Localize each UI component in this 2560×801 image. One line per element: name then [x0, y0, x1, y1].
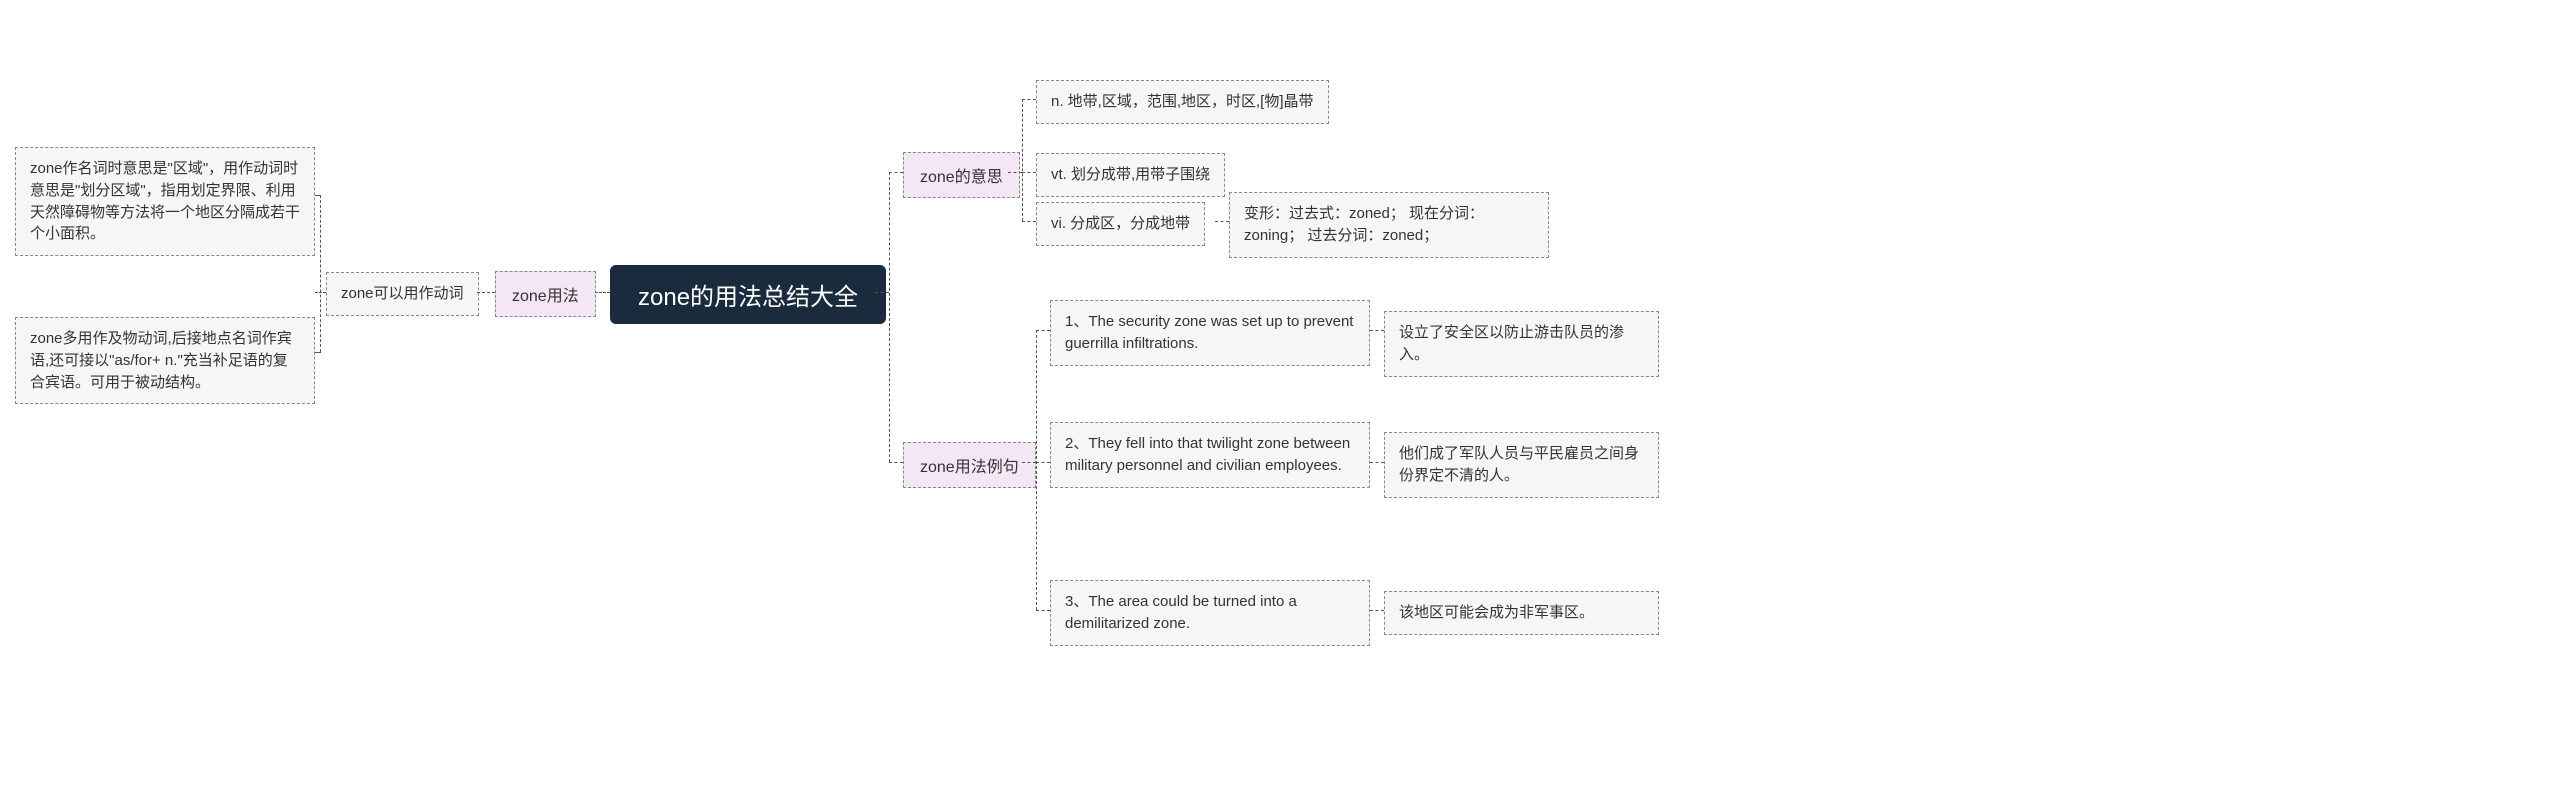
node-meaning-vi: vi. 分成区，分成地带 — [1036, 202, 1205, 246]
node-verb: zone可以用作动词 — [326, 272, 479, 316]
node-ex1-zh: 设立了安全区以防止游击队员的渗入。 — [1384, 311, 1659, 377]
node-ex3-zh: 该地区可能会成为非军事区。 — [1384, 591, 1659, 635]
ex1-en-text: 1、The security zone was set up to preven… — [1065, 313, 1353, 352]
node-meaning: zone的意思 — [903, 152, 1020, 198]
ex1-zh-text: 设立了安全区以防止游击队员的渗入。 — [1399, 324, 1624, 363]
meaning-forms-text: 变形：过去式：zoned； 现在分词：zoning； 过去分词：zoned； — [1244, 205, 1484, 244]
node-ex2-zh: 他们成了军队人员与平民雇员之间身份界定不清的人。 — [1384, 432, 1659, 498]
node-meaning-n: n. 地带,区域，范围,地区，时区,[物]晶带 — [1036, 80, 1329, 124]
desc1-text: zone作名词时意思是"区域"，用作动词时意思是"划分区域"，指用划定界限、利用… — [30, 160, 300, 242]
node-ex1-en: 1、The security zone was set up to preven… — [1050, 300, 1370, 366]
ex3-zh-text: 该地区可能会成为非军事区。 — [1399, 604, 1594, 621]
verb-label: zone可以用作动词 — [341, 285, 464, 302]
node-meaning-vt: vt. 划分成带,用带子围绕 — [1036, 153, 1225, 197]
node-desc1: zone作名词时意思是"区域"，用作动词时意思是"划分区域"，指用划定界限、利用… — [15, 147, 315, 256]
meaning-n-text: n. 地带,区域，范围,地区，时区,[物]晶带 — [1051, 93, 1314, 110]
ex3-en-text: 3、The area could be turned into a demili… — [1065, 593, 1297, 632]
examples-label: zone用法例句 — [920, 459, 1019, 476]
node-ex2-en: 2、They fell into that twilight zone betw… — [1050, 422, 1370, 488]
ex2-zh-text: 他们成了军队人员与平民雇员之间身份界定不清的人。 — [1399, 445, 1639, 484]
node-meaning-forms: 变形：过去式：zoned； 现在分词：zoning； 过去分词：zoned； — [1229, 192, 1549, 258]
ex2-en-text: 2、They fell into that twilight zone betw… — [1065, 435, 1350, 474]
node-desc2: zone多用作及物动词,后接地点名词作宾语,还可接以"as/for+ n."充当… — [15, 317, 315, 404]
meaning-vt-text: vt. 划分成带,用带子围绕 — [1051, 166, 1210, 183]
root-node: zone的用法总结大全 — [610, 265, 886, 324]
node-ex3-en: 3、The area could be turned into a demili… — [1050, 580, 1370, 646]
mindmap-canvas: zone的用法总结大全 zone用法 zone可以用作动词 zone作名词时意思… — [0, 0, 2560, 801]
node-examples: zone用法例句 — [903, 442, 1036, 488]
desc2-text: zone多用作及物动词,后接地点名词作宾语,还可接以"as/for+ n."充当… — [30, 330, 292, 391]
usage-label: zone用法 — [512, 288, 579, 305]
meaning-label: zone的意思 — [920, 169, 1003, 186]
node-usage: zone用法 — [495, 271, 596, 317]
meaning-vi-text: vi. 分成区，分成地带 — [1051, 215, 1190, 232]
root-title: zone的用法总结大全 — [638, 284, 858, 311]
